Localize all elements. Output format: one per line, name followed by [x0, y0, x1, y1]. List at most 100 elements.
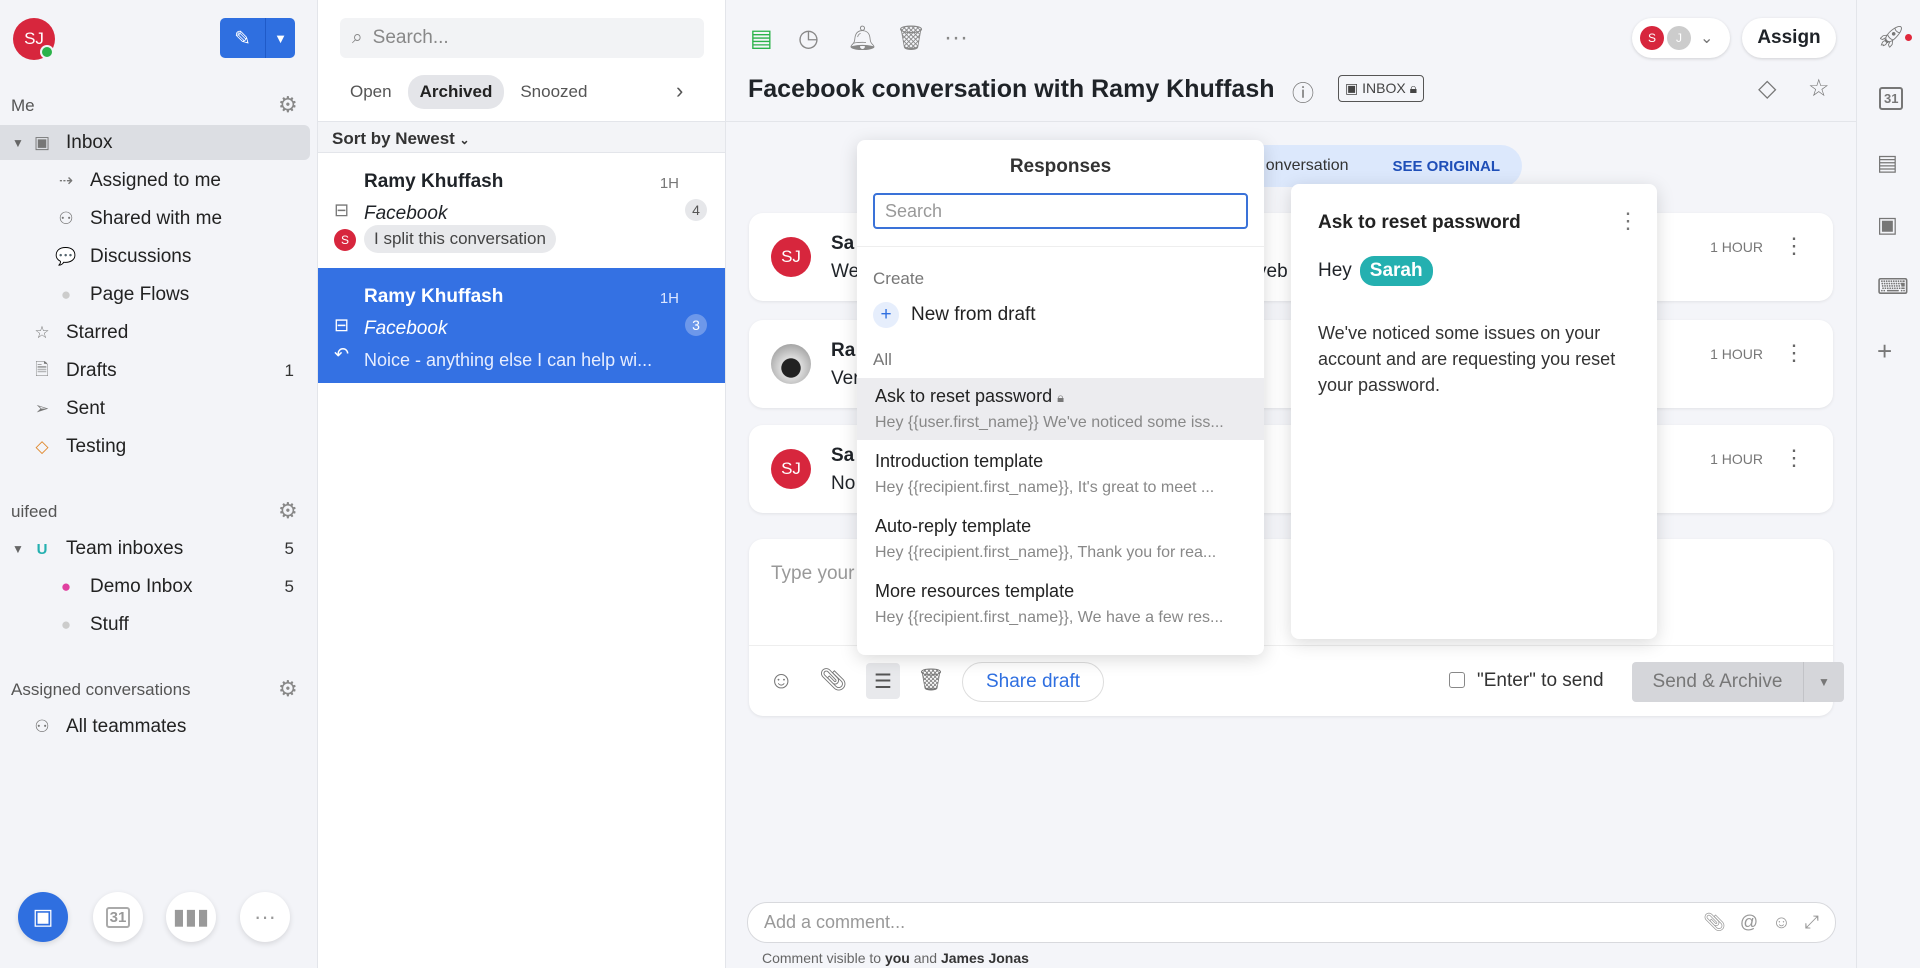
- plus-icon[interactable]: +: [1877, 336, 1892, 367]
- sidebar-item-stuff[interactable]: ● Stuff: [0, 606, 310, 644]
- bar-chart-icon: ▮▮▮: [172, 904, 210, 929]
- shared-icon: ⚇: [58, 209, 74, 228]
- paperclip-icon[interactable]: 📎︎: [819, 667, 847, 693]
- lock-icon: 🔒︎: [1409, 80, 1418, 96]
- sidebar-item-starred[interactable]: ☆ Starred: [0, 314, 310, 352]
- share-draft-button[interactable]: Share draft: [962, 662, 1104, 702]
- clock-icon[interactable]: ◷: [798, 24, 819, 53]
- inbox-tag[interactable]: ▣ INBOX 🔒︎: [1338, 75, 1425, 102]
- response-item[interactable]: More resources template Hey {{recipient.f…: [857, 573, 1264, 635]
- contact-icon[interactable]: ▣: [1877, 212, 1898, 238]
- draft-icon: 🗎: [35, 359, 49, 379]
- calendar-icon[interactable]: 31: [1879, 87, 1904, 110]
- archive-icon: ⊟: [334, 315, 350, 335]
- send-archive-button[interactable]: Send & Archive ▼: [1632, 662, 1844, 702]
- sidebar-item-sent[interactable]: ➢ Sent: [0, 390, 310, 428]
- chevron-right-icon[interactable]: ›: [676, 78, 683, 104]
- send-icon: ➢: [34, 399, 50, 418]
- assignee-picker[interactable]: S J ⌄: [1632, 18, 1730, 58]
- avatar: [771, 344, 811, 384]
- sidebar: SJ ✎ ▼ Me ⚙ ▼ ▣ Inbox ⇢ Assigned to me ⚇ Sha…: [0, 0, 318, 968]
- tab-open[interactable]: Open: [340, 75, 402, 109]
- sidebar-item-team-inboxes[interactable]: ▼ U Team inboxes 5: [0, 530, 310, 568]
- inbox-dock-button[interactable]: ▣: [18, 892, 68, 942]
- kebab-icon[interactable]: ⋮: [1783, 233, 1805, 259]
- responses-search-input[interactable]: Search: [873, 193, 1248, 229]
- header-divider: [726, 121, 1856, 122]
- tab-archived[interactable]: Archived: [407, 75, 505, 109]
- notification-dot: [1905, 34, 1912, 41]
- sidebar-item-page-flows[interactable]: ● Page Flows: [0, 276, 310, 314]
- search-input[interactable]: ⌕ Search...: [340, 18, 704, 58]
- kebab-icon[interactable]: ⋮: [1617, 208, 1639, 234]
- chevron-down-icon[interactable]: ▼: [1804, 662, 1844, 702]
- response-item[interactable]: Ask to reset password 🔒︎ Hey {{user.first…: [857, 378, 1264, 440]
- emoji-icon[interactable]: ☺: [769, 667, 794, 695]
- response-item[interactable]: Introduction template Hey {{recipient.fir…: [857, 443, 1264, 505]
- gear-icon[interactable]: ⚙: [278, 498, 298, 524]
- enter-to-send-checkbox[interactable]: [1449, 672, 1465, 688]
- conversation-item-selected[interactable]: Ramy Khuffash 1H ⊟ Facebook 3 ↶ Noice - …: [318, 268, 725, 383]
- paperclip-icon[interactable]: 📎︎: [1703, 912, 1726, 933]
- tab-snoozed[interactable]: Snoozed: [510, 75, 597, 109]
- comment-visibility-note: Comment visible to you and James Jonas: [762, 950, 1029, 966]
- see-original-link[interactable]: SEE ORIGINAL: [1392, 158, 1500, 175]
- analytics-dock-button[interactable]: ▮▮▮: [166, 892, 216, 942]
- info-icon[interactable]: ⓘ: [1292, 76, 1314, 108]
- tag-icon[interactable]: ◇: [1758, 74, 1776, 103]
- new-from-draft-item[interactable]: + New from draft: [873, 302, 1036, 328]
- compose-button[interactable]: ✎ ▼: [220, 18, 295, 58]
- sidebar-item-assigned[interactable]: ⇢ Assigned to me: [0, 162, 310, 200]
- chat-icon: 💬: [55, 247, 77, 266]
- bell-icon[interactable]: 🔔︎: [847, 24, 877, 53]
- more-dock-button[interactable]: ···: [240, 892, 290, 942]
- chevron-down-icon[interactable]: ▼: [266, 18, 295, 58]
- sidebar-item-drafts[interactable]: 🗎 Drafts 1: [0, 352, 310, 390]
- sidebar-item-inbox[interactable]: ▼ ▣ Inbox: [0, 124, 310, 162]
- avatar: S: [1640, 26, 1664, 50]
- team-badge-icon: U: [36, 540, 48, 558]
- assign-button[interactable]: Assign: [1742, 18, 1836, 58]
- star-icon[interactable]: ☆: [1808, 74, 1830, 103]
- sidebar-item-demo-inbox[interactable]: ● Demo Inbox 5: [0, 568, 310, 606]
- archive-icon: ⊟: [334, 200, 350, 220]
- expand-icon[interactable]: ⤢: [1805, 912, 1819, 933]
- calendar-dock-button[interactable]: 31: [93, 892, 143, 942]
- sort-dropdown[interactable]: Sort by Newest ⌄: [318, 121, 725, 153]
- gear-icon[interactable]: ⚙: [278, 92, 298, 118]
- dot-icon: ●: [60, 577, 72, 596]
- response-item[interactable]: Auto-reply template Hey {{recipient.first…: [857, 508, 1264, 570]
- emoji-icon[interactable]: ☺: [1772, 912, 1790, 933]
- search-icon: ⌕: [352, 27, 363, 48]
- keyboard-icon[interactable]: ⌨: [1877, 274, 1909, 300]
- scheduled-icon[interactable]: ▤: [1877, 150, 1898, 176]
- trash-icon[interactable]: 🗑︎: [917, 667, 945, 693]
- calendar-icon: 31: [105, 906, 131, 928]
- responses-popup: Responses Search Create + New from draft …: [857, 140, 1264, 655]
- responses-icon[interactable]: ☰: [866, 663, 900, 699]
- reply-icon: ↶: [334, 344, 350, 364]
- archive-icon[interactable]: ▤: [750, 24, 773, 53]
- assigned-icon: ⇢: [58, 171, 74, 190]
- kebab-icon[interactable]: ⋮: [1783, 340, 1805, 366]
- sidebar-item-discussions[interactable]: 💬 Discussions: [0, 238, 310, 276]
- sidebar-item-testing[interactable]: ◇ Testing: [0, 428, 310, 466]
- mention-icon[interactable]: @: [1740, 912, 1758, 933]
- comment-input[interactable]: Add a comment... 📎︎ @ ☺ ⤢: [747, 902, 1836, 943]
- trash-icon[interactable]: 🗑︎: [896, 24, 926, 53]
- more-icon: ···: [254, 904, 276, 929]
- rocket-icon[interactable]: 🚀︎: [1877, 24, 1905, 50]
- chevron-down-icon: ⌄: [1700, 30, 1714, 47]
- avatar: SJ: [771, 449, 811, 489]
- online-status-icon: [40, 45, 54, 59]
- reply-input[interactable]: Type your: [771, 563, 854, 585]
- chevron-down-icon: ⌄: [459, 133, 470, 147]
- more-icon[interactable]: ···: [944, 24, 968, 52]
- sidebar-item-all-teammates[interactable]: ⚇ All teammates: [0, 708, 310, 746]
- sidebar-item-shared[interactable]: ⚇ Shared with me: [0, 200, 310, 238]
- name-chip: Sarah: [1359, 256, 1433, 286]
- conversation-item[interactable]: Ramy Khuffash 1H ⊟ Facebook 4 S I split …: [318, 153, 725, 268]
- kebab-icon[interactable]: ⋮: [1783, 445, 1805, 471]
- gear-icon[interactable]: ⚙: [278, 676, 298, 702]
- tag-icon: ◇: [35, 437, 49, 456]
